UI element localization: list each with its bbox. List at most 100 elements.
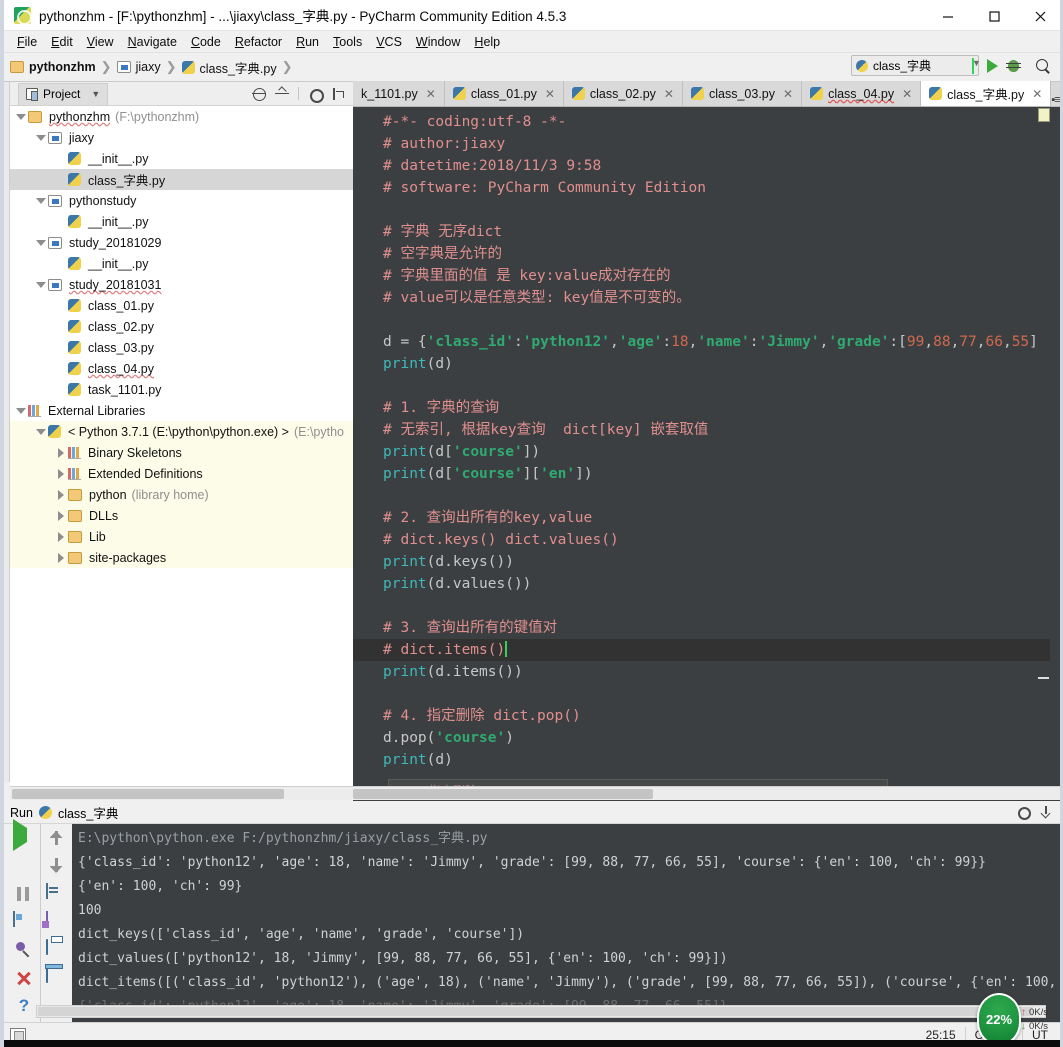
- scrollbar-thumb[interactable]: [38, 1007, 1033, 1016]
- editor-tab[interactable]: class_04.py ✕: [802, 81, 922, 106]
- tree-item[interactable]: class_03.py: [10, 337, 353, 358]
- project-tree[interactable]: pythonzhm (F:\pythonzhm) jiaxy __init__.py c…: [10, 106, 353, 786]
- editor-horizontal-scrollbar[interactable]: [353, 786, 1063, 800]
- editor-content[interactable]: #-*- coding:utf-8 -*- # author:jiaxy # dat…: [353, 111, 1063, 771]
- editor-tab[interactable]: class_字典.py ✕: [921, 81, 1052, 106]
- code-line[interactable]: print(d.values()): [383, 573, 1037, 595]
- breadcrumb-item-2[interactable]: class_字典.py: [181, 58, 277, 77]
- code-line[interactable]: print(d): [383, 353, 1037, 375]
- editor-tab[interactable]: class_01.py ✕: [444, 81, 564, 106]
- editor-tab[interactable]: class_03.py ✕: [682, 81, 803, 106]
- code-line[interactable]: [383, 485, 1037, 507]
- code-line[interactable]: [383, 309, 1037, 331]
- editor-tab[interactable]: k_1101.py ✕: [353, 81, 445, 106]
- pause-button[interactable]: [13, 884, 35, 904]
- close-icon[interactable]: ✕: [1032, 87, 1042, 101]
- console-button[interactable]: [13, 911, 35, 932]
- code-line[interactable]: # dict.keys() dict.values(): [383, 529, 1037, 551]
- code-line[interactable]: # 4. 指定删除 dict.pop(): [383, 705, 1037, 727]
- tree-item[interactable]: __init__.py: [10, 148, 353, 169]
- scroll-from-source-icon[interactable]: [252, 87, 266, 101]
- project-tab[interactable]: Project ▼: [18, 82, 109, 105]
- run-console-output[interactable]: E:\python\python.exe F:/pythonzhm/jiaxy/…: [72, 824, 1063, 1022]
- search-everywhere-icon[interactable]: [1035, 58, 1051, 74]
- tree-item[interactable]: __init__.py: [10, 211, 353, 232]
- soft-wrap-button[interactable]: [45, 883, 68, 904]
- chevron-down-icon[interactable]: [34, 131, 48, 145]
- code-line[interactable]: # dict.items(): [353, 639, 1063, 661]
- menu-item-code[interactable]: Code: [184, 33, 228, 51]
- menu-item-file[interactable]: File: [10, 33, 44, 51]
- menu-item-help[interactable]: Help: [467, 33, 507, 51]
- tree-item[interactable]: task_1101.py: [10, 379, 353, 400]
- close-button[interactable]: [13, 968, 35, 988]
- chevron-right-icon[interactable]: [54, 530, 68, 544]
- close-icon[interactable]: ✕: [783, 87, 793, 101]
- gear-icon[interactable]: [308, 87, 324, 103]
- editor-tab[interactable]: class_02.py ✕: [563, 81, 683, 106]
- menu-item-window[interactable]: Window: [409, 33, 467, 51]
- code-line[interactable]: # datetime:2018/11/3 9:58: [383, 155, 1037, 177]
- chevron-right-icon[interactable]: [54, 467, 68, 481]
- down-button[interactable]: [46, 856, 68, 876]
- stop-button[interactable]: [13, 856, 35, 876]
- code-editor[interactable]: #-*- coding:utf-8 -*- # author:jiaxy # dat…: [353, 107, 1063, 801]
- code-line[interactable]: # 字典里面的值 是 key:value成对存在的: [383, 265, 1037, 287]
- tree-item[interactable]: class_04.py: [10, 358, 353, 379]
- breadcrumb-item-0[interactable]: pythonzhm: [10, 60, 96, 74]
- code-line[interactable]: print(d['course']): [383, 441, 1037, 463]
- menu-item-navigate[interactable]: Navigate: [121, 33, 184, 51]
- code-line[interactable]: print(d['course']['en']): [383, 463, 1037, 485]
- code-line[interactable]: # 2. 查询出所有的key,value: [383, 507, 1037, 529]
- rerun-button[interactable]: [13, 819, 35, 851]
- code-line[interactable]: [383, 375, 1037, 397]
- chevron-down-icon[interactable]: [14, 404, 28, 418]
- close-icon[interactable]: ✕: [664, 87, 674, 101]
- tree-item[interactable]: site-packages: [10, 547, 353, 568]
- scrollbar-thumb[interactable]: [12, 789, 284, 799]
- tree-item[interactable]: pythonzhm (F:\pythonzhm): [10, 106, 353, 127]
- chevron-right-icon[interactable]: [54, 509, 68, 523]
- tree-item[interactable]: class_字典.py: [10, 169, 353, 190]
- tree-item[interactable]: pythonstudy: [10, 190, 353, 211]
- chevron-down-icon[interactable]: [34, 194, 48, 208]
- chevron-right-icon[interactable]: [54, 446, 68, 460]
- tree-item[interactable]: Binary Skeletons: [10, 442, 353, 463]
- menu-item-run[interactable]: Run: [289, 33, 326, 51]
- breadcrumb-item-1[interactable]: jiaxy: [116, 60, 161, 74]
- code-line[interactable]: print(d): [383, 749, 1037, 771]
- code-line[interactable]: # 无索引, 根据key查询 dict[key] 嵌套取值: [383, 419, 1037, 441]
- close-icon[interactable]: ✕: [426, 87, 436, 101]
- code-line[interactable]: [383, 595, 1037, 617]
- tree-item[interactable]: study_20181031: [10, 274, 353, 295]
- tree-item[interactable]: < Python 3.7.1 (E:\python\python.exe) > (…: [10, 421, 353, 442]
- minimize-button[interactable]: [925, 0, 971, 31]
- tree-item[interactable]: class_02.py: [10, 316, 353, 337]
- menu-item-vcs[interactable]: VCS: [369, 33, 409, 51]
- print-button[interactable]: [45, 939, 68, 960]
- code-line[interactable]: [383, 683, 1037, 705]
- menu-item-view[interactable]: View: [80, 33, 121, 51]
- run-button[interactable]: [987, 58, 998, 73]
- code-line[interactable]: # 3. 查询出所有的键值对: [383, 617, 1037, 639]
- collapse-all-icon[interactable]: [275, 87, 289, 101]
- gear-icon[interactable]: [1017, 806, 1031, 820]
- chevron-down-icon[interactable]: [34, 278, 48, 292]
- close-icon[interactable]: ✕: [902, 87, 912, 101]
- code-line[interactable]: d.pop('course'): [383, 727, 1037, 749]
- code-line[interactable]: # 字典 无序dict: [383, 221, 1037, 243]
- project-horizontal-scrollbar[interactable]: [10, 786, 353, 800]
- cpu-usage-widget[interactable]: 22%: [977, 993, 1021, 1046]
- chevron-down-icon[interactable]: [14, 110, 28, 124]
- chevron-right-icon[interactable]: [54, 551, 68, 565]
- debug-button[interactable]: [1006, 59, 1021, 73]
- close-icon[interactable]: ✕: [545, 87, 555, 101]
- code-line[interactable]: #-*- coding:utf-8 -*-: [383, 111, 1037, 133]
- scrollbar-thumb[interactable]: [353, 789, 653, 799]
- chevron-right-icon[interactable]: [54, 488, 68, 502]
- chevron-down-icon[interactable]: ▼: [91, 89, 100, 99]
- menu-item-tools[interactable]: Tools: [326, 33, 369, 51]
- error-stripe-marker[interactable]: [1038, 108, 1050, 122]
- up-button[interactable]: [46, 828, 68, 848]
- menu-item-refactor[interactable]: Refactor: [228, 33, 289, 51]
